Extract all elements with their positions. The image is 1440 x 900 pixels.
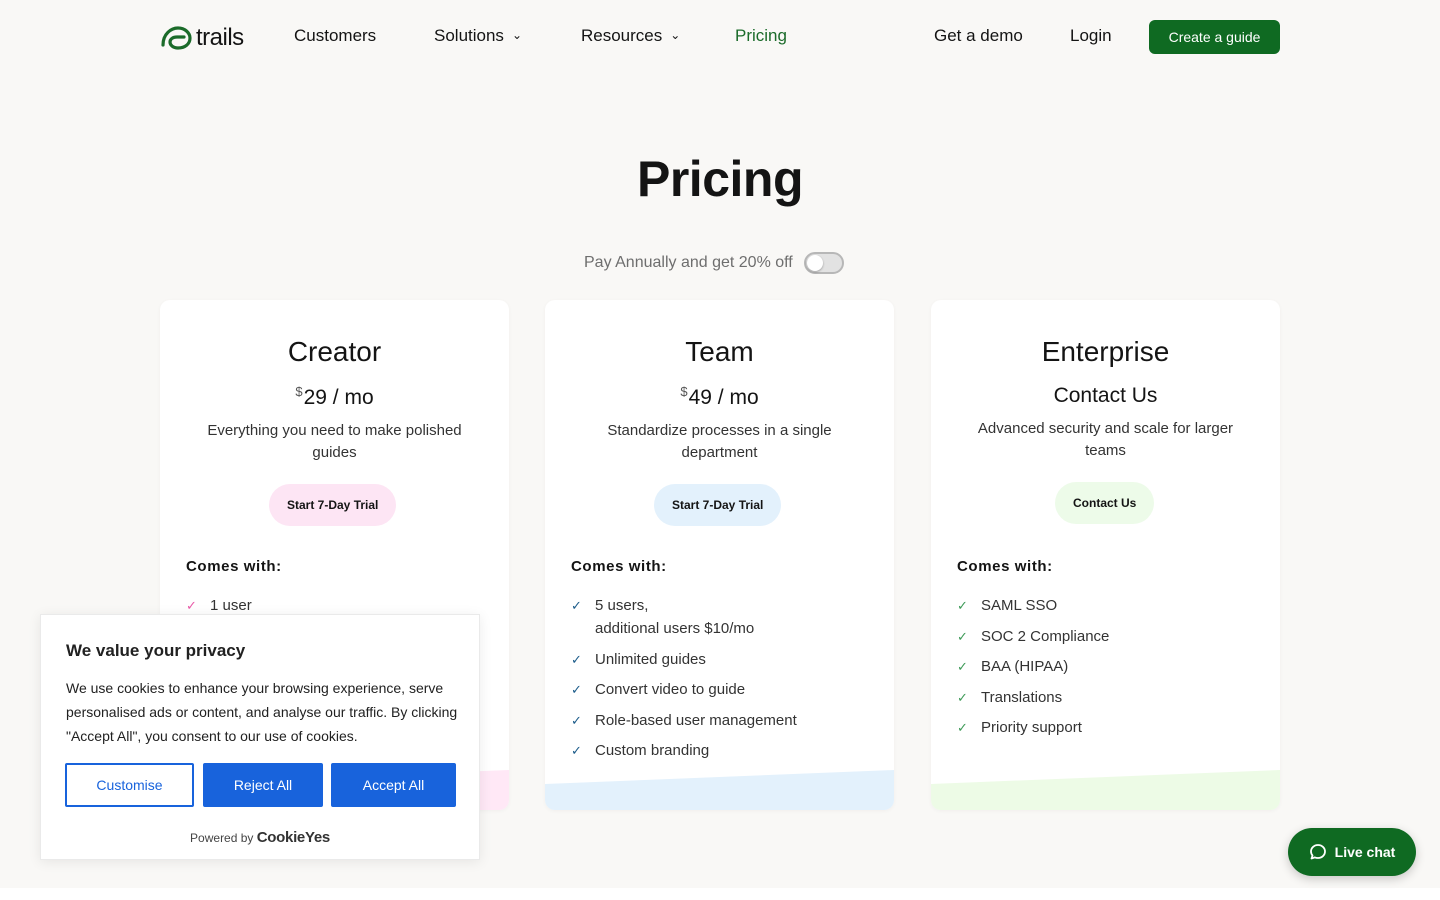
check-icon: ✓ [957, 628, 968, 644]
start-trial-button[interactable]: Start 7-Day Trial [654, 484, 782, 526]
cookie-consent-banner: We value your privacy We use cookies to … [40, 614, 480, 860]
feature-label: Unlimited guides [595, 650, 706, 668]
plan-price-value: 49 / mo [688, 386, 759, 409]
feature-label: Convert video to guide [595, 681, 746, 698]
check-icon: ✓ [571, 743, 582, 758]
feature-item: ✓ SAML SSO [957, 594, 1109, 617]
cookie-title: We value your privacy [66, 641, 246, 660]
plan-name: Creator [287, 336, 382, 367]
live-chat-label: Live chat [1334, 844, 1396, 860]
plan-description: Advanced security and scale for larger t… [977, 420, 1234, 459]
get-demo-link[interactable]: Get a demo [934, 26, 1023, 46]
plan-card-enterprise: Enterprise Contact Us Advanced security … [931, 300, 1280, 810]
feature-item: ✓ Role-based user management [571, 709, 797, 732]
powered-by-label: Powered by [190, 831, 254, 845]
nav-customers[interactable]: Customers [294, 26, 376, 46]
feature-list: ✓ SAML SSO ✓ SOC 2 Compliance ✓ BAA (HIP… [957, 594, 1109, 747]
feature-item: ✓ Priority support [957, 716, 1109, 739]
chevron-down-icon: ⌄ [670, 28, 681, 42]
check-icon: ✓ [957, 720, 968, 735]
feature-item: ✓ 5 users, [571, 594, 797, 617]
nav-resources-label: Resources [581, 26, 663, 45]
check-icon: ✓ [571, 598, 582, 613]
plan-description: Everything you need to make polished gui… [207, 422, 462, 461]
feature-item: ✓ Translations [957, 686, 1109, 709]
currency-symbol: $ [680, 384, 688, 399]
feature-label: Role-based user management [595, 711, 797, 729]
feature-item: ✓ Unlimited guides [571, 648, 797, 671]
comes-with-heading: Comes with: [186, 558, 282, 575]
live-chat-button[interactable]: Live chat [1288, 828, 1416, 876]
currency-symbol: $ [295, 384, 303, 399]
login-link[interactable]: Login [1070, 26, 1112, 46]
start-trial-button[interactable]: Start 7-Day Trial [269, 484, 397, 526]
feature-list: ✓ 5 users, additional users $10/mo ✓ Unl… [571, 594, 797, 770]
check-icon: ✓ [957, 689, 968, 705]
nav-pricing[interactable]: Pricing [735, 26, 787, 46]
chat-bubble-icon [1309, 844, 1326, 860]
plan-card-team: Team $49 / mo Standardize processes in a… [545, 300, 894, 810]
check-icon: ✓ [571, 651, 582, 667]
card-accent-footer [545, 770, 894, 810]
check-icon: ✓ [571, 712, 582, 728]
feature-label: SAML SSO [981, 597, 1058, 614]
page-bottom-strip [0, 888, 1440, 900]
check-icon: ✓ [571, 682, 582, 697]
plan-price: $29 / mo [160, 384, 509, 410]
nav-resources[interactable]: Resources ⌄ [581, 26, 680, 46]
check-icon: ✓ [957, 659, 968, 674]
feature-label: BAA (HIPAA) [981, 658, 1069, 675]
feature-label: SOC 2 Compliance [981, 627, 1110, 645]
nav-solutions-label: Solutions [434, 26, 504, 45]
logo-text: trails [196, 24, 244, 51]
trails-logo-icon [161, 26, 192, 50]
page-title: Pricing [637, 151, 803, 207]
feature-label: Translations [981, 688, 1063, 706]
feature-item: ✓ SOC 2 Compliance [957, 625, 1109, 648]
contact-us-button[interactable]: Contact Us [1055, 482, 1155, 524]
card-accent-footer [931, 770, 1280, 810]
reject-all-button[interactable]: Reject All [203, 763, 323, 807]
plan-price: Contact Us [1053, 384, 1158, 407]
annual-billing-toggle[interactable] [803, 252, 844, 274]
feature-label: additional users $10/mo [595, 620, 755, 637]
check-icon: ✓ [957, 598, 968, 613]
plan-name: Team [685, 336, 754, 367]
plan-description: Standardize processes in a single depart… [607, 422, 832, 461]
powered-by: Powered by CookieYes [41, 829, 479, 846]
top-nav: trails Customers Solutions ⌄ Resources ⌄… [0, 0, 1440, 74]
plan-name: Enterprise [1041, 336, 1170, 367]
feature-item-continued: additional users $10/mo [571, 617, 797, 640]
create-guide-button[interactable]: Create a guide [1149, 20, 1280, 54]
accept-all-button[interactable]: Accept All [331, 763, 456, 807]
nav-solutions[interactable]: Solutions ⌄ [434, 26, 522, 46]
plan-price: $49 / mo [545, 384, 894, 410]
comes-with-heading: Comes with: [571, 558, 667, 575]
nav-pricing-label: Pricing [735, 26, 787, 45]
comes-with-heading: Comes with: [957, 558, 1053, 575]
feature-label: 5 users, [595, 597, 649, 614]
nav-customers-label: Customers [294, 26, 377, 45]
chevron-down-icon: ⌄ [511, 28, 522, 42]
feature-label: Priority support [981, 719, 1082, 736]
customise-button[interactable]: Customise [65, 763, 194, 807]
feature-item: ✓ BAA (HIPAA) [957, 655, 1109, 678]
feature-item: ✓ Convert video to guide [571, 678, 797, 701]
feature-item: ✓ Custom branding [571, 739, 797, 762]
plan-price-value: 29 / mo [303, 386, 374, 409]
billing-toggle-label: Pay Annually and get 20% off [584, 254, 793, 271]
toggle-knob [806, 255, 823, 271]
cookie-description: We use cookies to enhance your browsing … [66, 680, 458, 744]
get-demo-label: Get a demo [934, 26, 1023, 45]
cookieyes-logo[interactable]: CookieYes [257, 829, 330, 846]
feature-label: Custom branding [595, 742, 710, 759]
login-label: Login [1070, 26, 1112, 45]
logo[interactable]: trails [160, 24, 244, 52]
billing-toggle-row: Pay Annually and get 20% off [584, 252, 844, 274]
